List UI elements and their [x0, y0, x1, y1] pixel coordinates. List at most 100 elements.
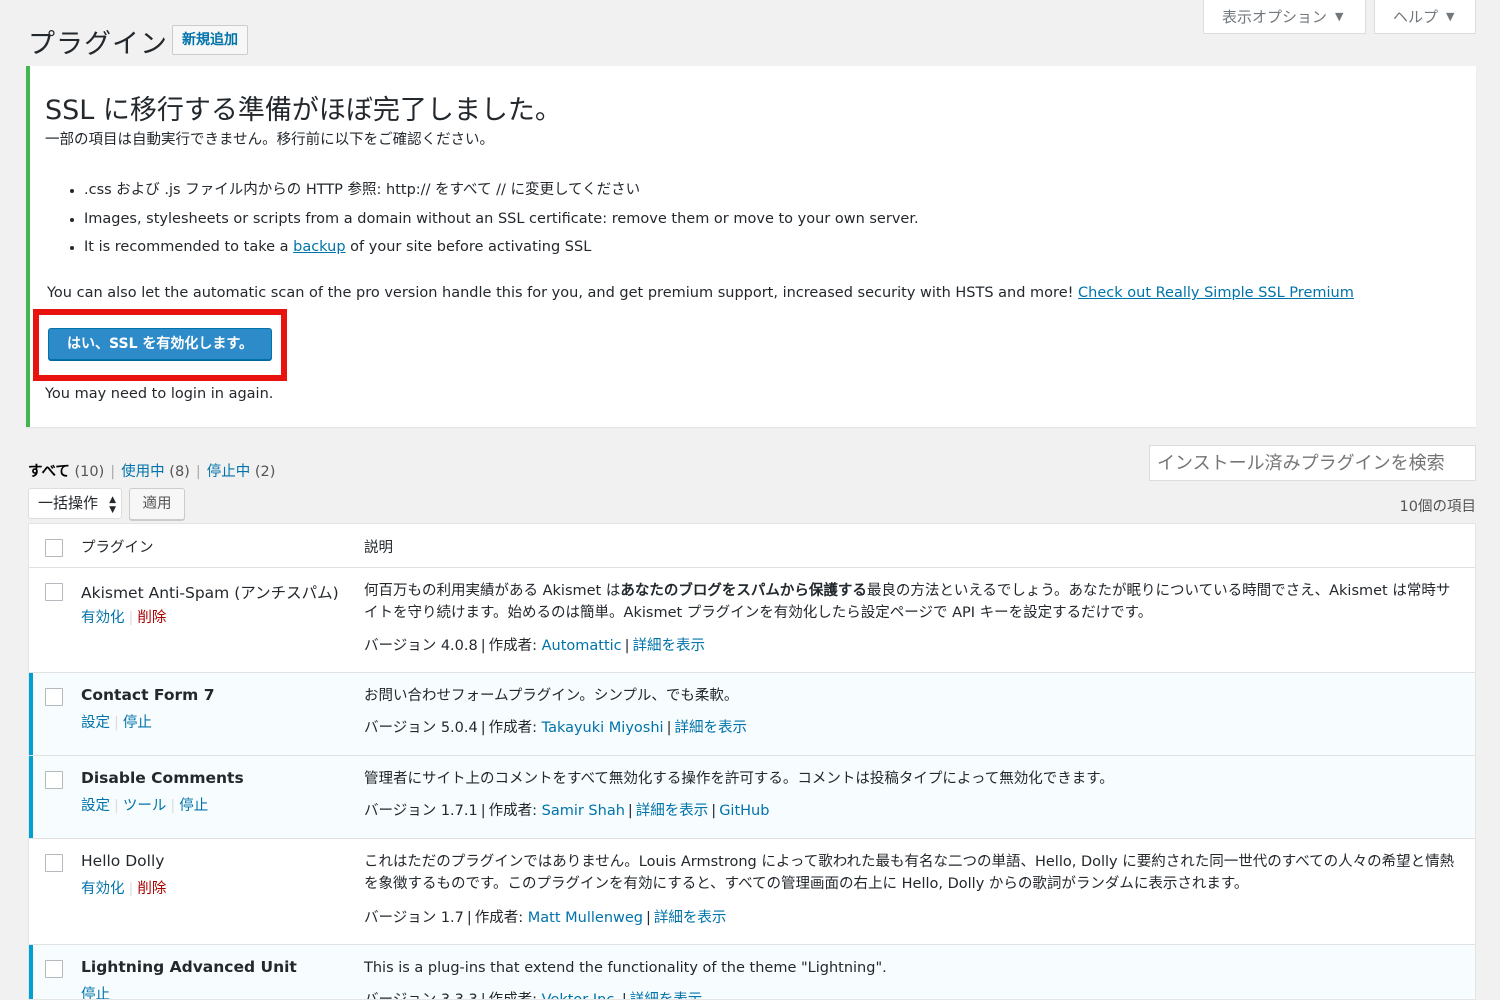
details-link[interactable]: 詳細を表示: [633, 638, 706, 654]
meta-separator: |: [621, 992, 627, 1000]
highlight-box: はい、SSL を有効化します。: [33, 309, 287, 381]
row-actions: 設定 | 停止: [81, 711, 152, 732]
table-row: Hello Dolly 有効化 | 削除 これはただのプラグインではありません。Lo…: [29, 839, 1475, 945]
plugins-table: プラグイン 説明 Akismet Anti-Spam (アンチスパム) 有効化 |…: [28, 523, 1476, 1000]
bulk-action-select[interactable]: 一括操作 ▲ ▼: [28, 488, 122, 519]
meta-separator: |: [480, 803, 486, 819]
author-label: 作成者:: [488, 803, 537, 819]
filter-inactive-count: (2): [254, 464, 276, 480]
filter-active[interactable]: 使用中: [121, 464, 165, 480]
premium-text: You can also let the automatic scan of t…: [47, 285, 1074, 301]
filter-inactive[interactable]: 停止中: [207, 464, 251, 480]
updown-arrows-icon: ▲ ▼: [109, 495, 116, 515]
details-link[interactable]: 詳細を表示: [674, 720, 747, 736]
delete-link[interactable]: 削除: [137, 881, 166, 897]
premium-notice: You can also let the automatic scan of t…: [47, 285, 1354, 301]
details-link[interactable]: 詳細を表示: [630, 992, 703, 999]
plugin-meta: バージョン 3.3.3 | 作成者: Vektor,Inc. | 詳細を表示: [364, 988, 703, 1000]
plugin-name: Lightning Advanced Unit: [81, 958, 297, 976]
tools-link[interactable]: ツール: [123, 798, 167, 814]
notice-item: Images, stylesheets or scripts from a do…: [70, 205, 919, 234]
activate-ssl-button[interactable]: はい、SSL を有効化します。: [48, 328, 272, 360]
desc-text: 何百万もの利用実績がある Akismet は: [364, 583, 621, 599]
meta-separator: |: [627, 803, 633, 819]
caret-down-icon: ▼: [1446, 9, 1455, 23]
action-separator: |: [128, 881, 134, 897]
plugin-version: バージョン 4.0.8: [364, 638, 478, 654]
github-link[interactable]: GitHub: [719, 803, 769, 819]
plugin-description: This is a plug-ins that extend the funct…: [364, 960, 887, 976]
plugin-search-input[interactable]: [1149, 445, 1476, 481]
notice-item: It is recommended to take a backup of yo…: [70, 233, 919, 262]
filter-all[interactable]: すべて: [28, 464, 70, 480]
table-row: Lightning Advanced Unit 停止 This is a plu…: [29, 945, 1475, 1000]
author-label: 作成者:: [488, 638, 537, 654]
action-separator: |: [170, 798, 176, 814]
plugin-description: 管理者にサイト上のコメントをすべて無効化する操作を許可する。コメントは投稿タイプ…: [364, 771, 1114, 787]
activate-link[interactable]: 有効化: [81, 881, 125, 897]
author-link[interactable]: Samir Shah: [542, 803, 625, 819]
author-link[interactable]: Takayuki Miyoshi: [542, 720, 664, 736]
plugin-name: Disable Comments: [81, 769, 244, 787]
bulk-action-label: 一括操作: [38, 494, 99, 512]
action-separator: |: [114, 798, 119, 814]
table-row: Akismet Anti-Spam (アンチスパム) 有効化 | 削除 何百万もの利…: [29, 568, 1475, 673]
action-separator: |: [128, 610, 134, 626]
ssl-notice: SSL に移行する準備がほぼ完了しました。 一部の項目は自動実行できません。移行…: [26, 66, 1476, 427]
row-checkbox[interactable]: [45, 583, 63, 601]
meta-separator: |: [624, 638, 630, 654]
add-new-button[interactable]: 新規追加: [172, 25, 248, 55]
notice-item-text: It is recommended to take a: [84, 239, 294, 255]
author-link[interactable]: Matt Mullenweg: [528, 910, 643, 926]
plugin-name: Hello Dolly: [81, 852, 165, 870]
deactivate-link[interactable]: 停止: [179, 798, 208, 814]
notice-checklist: .css および .js ファイル内からの HTTP 参照: http:// を…: [70, 176, 919, 262]
apply-button[interactable]: 適用: [129, 488, 185, 520]
select-all-checkbox[interactable]: [45, 539, 63, 557]
page-title: プラグイン: [28, 29, 168, 60]
meta-separator: |: [480, 638, 486, 654]
settings-link[interactable]: 設定: [81, 715, 110, 731]
delete-link[interactable]: 削除: [137, 610, 166, 626]
notice-item: .css および .js ファイル内からの HTTP 参照: http:// を…: [70, 176, 919, 205]
settings-link[interactable]: 設定: [81, 798, 110, 814]
action-separator: |: [114, 715, 119, 731]
backup-link[interactable]: backup: [293, 239, 345, 255]
help-tab[interactable]: ヘルプ ▼: [1374, 0, 1476, 34]
row-checkbox[interactable]: [45, 854, 63, 872]
notice-subtitle: 一部の項目は自動実行できません。移行前に以下をご確認ください。: [45, 132, 495, 148]
plugin-version: バージョン 1.7.1: [364, 803, 478, 819]
meta-separator: |: [480, 992, 486, 1000]
details-link[interactable]: 詳細を表示: [654, 910, 727, 926]
premium-link[interactable]: Check out Really Simple SSL Premium: [1078, 285, 1354, 301]
author-label: 作成者:: [488, 720, 537, 736]
plugin-meta: バージョン 1.7.1 | 作成者: Samir Shah | 詳細を表示 | GitHub: [364, 799, 769, 820]
plugin-version: バージョン 5.0.4: [364, 720, 478, 736]
items-count: 10個の項目: [1399, 499, 1476, 515]
row-actions: 有効化 | 削除: [81, 606, 166, 627]
plugin-meta: バージョン 1.7 | 作成者: Matt Mullenweg | 詳細を表示: [364, 906, 726, 927]
relogin-note: You may need to login in again.: [45, 386, 274, 402]
author-link[interactable]: Automattic: [542, 638, 622, 654]
deactivate-link[interactable]: 停止: [81, 987, 110, 999]
author-label: 作成者:: [474, 910, 524, 926]
activate-link[interactable]: 有効化: [81, 610, 125, 626]
filter-separator: |: [110, 464, 116, 480]
row-actions: 有効化 | 削除: [81, 877, 166, 898]
details-link[interactable]: 詳細を表示: [636, 803, 709, 819]
author-link[interactable]: Vektor,Inc.: [542, 992, 619, 999]
desc-bold: あなたのブログをスパムから保護する: [620, 583, 867, 599]
filter-active-count: (8): [169, 464, 190, 480]
row-checkbox[interactable]: [45, 771, 63, 789]
screen-options-tab[interactable]: 表示オプション ▼: [1203, 0, 1366, 34]
caret-down-icon: ▼: [1335, 9, 1344, 23]
row-checkbox[interactable]: [45, 688, 63, 706]
meta-separator: |: [666, 720, 672, 736]
plugin-version: バージョン 1.7: [364, 910, 464, 926]
plugin-name: Akismet Anti-Spam (アンチスパム): [81, 584, 339, 602]
row-checkbox[interactable]: [45, 960, 63, 978]
plugin-meta: バージョン 4.0.8 | 作成者: Automattic | 詳細を表示: [364, 634, 705, 655]
notice-title: SSL に移行する準備がほぼ完了しました。: [45, 95, 562, 126]
plugin-description: 何百万もの利用実績がある Akismet はあなたのブログをスパムから保護する最…: [364, 580, 1464, 624]
deactivate-link[interactable]: 停止: [123, 715, 152, 731]
